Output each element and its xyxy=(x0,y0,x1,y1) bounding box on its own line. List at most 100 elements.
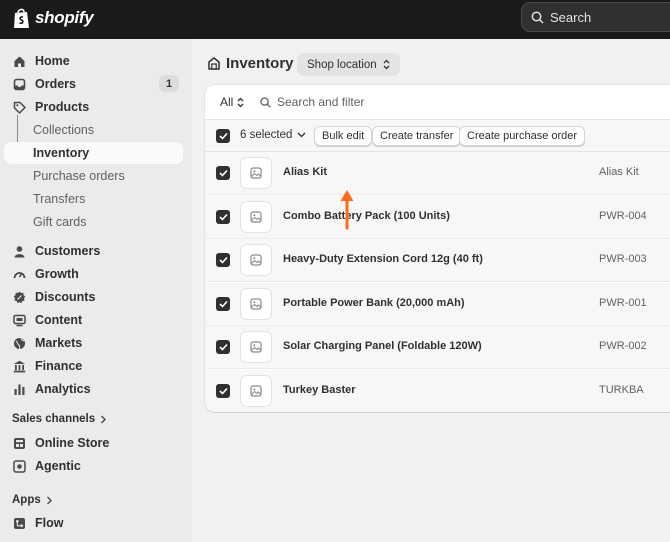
top-bar: shopify Search xyxy=(0,0,670,39)
tab-all[interactable]: All xyxy=(220,95,244,109)
sidebar-item-label: Products xyxy=(35,100,90,114)
product-thumbnail[interactable] xyxy=(240,287,272,320)
create-transfer-button[interactable]: Create transfer xyxy=(372,126,462,146)
sidebar-item-label: Content xyxy=(35,313,83,327)
search-placeholder: Search and filter xyxy=(277,95,365,109)
sidebar-item-label: Growth xyxy=(35,267,79,281)
home-icon xyxy=(12,54,26,68)
sidebar-item-online-store[interactable]: Online Store xyxy=(4,432,183,454)
global-search[interactable]: Search xyxy=(521,2,670,32)
sidebar-item-analytics[interactable]: Analytics xyxy=(4,378,183,400)
product-name[interactable]: Heavy-Duty Extension Cord 12g (40 ft) xyxy=(283,253,483,265)
checkmark-icon xyxy=(218,387,228,395)
content-icon xyxy=(12,313,26,327)
sidebar: Home Orders 1 Products Collections Inven… xyxy=(0,39,192,542)
table-row[interactable]: Heavy-Duty Extension Cord 12g (40 ft) PWR… xyxy=(205,239,670,282)
image-placeholder-icon xyxy=(250,254,262,266)
table-row[interactable]: Combo Battery Pack (100 Units) PWR-004 xyxy=(205,195,670,239)
sidebar-item-products[interactable]: Products xyxy=(4,96,183,118)
checkmark-icon xyxy=(218,213,228,221)
sidebar-subitem-collections[interactable]: Collections xyxy=(4,119,183,141)
create-purchase-order-button[interactable]: Create purchase order xyxy=(459,126,586,146)
product-sku: PWR-001 xyxy=(599,296,647,309)
selected-count-dropdown[interactable]: 6 selected xyxy=(240,129,306,141)
location-label: Shop location xyxy=(307,58,377,71)
sidebar-item-label: Orders xyxy=(35,77,76,91)
row-checkbox[interactable] xyxy=(216,383,230,398)
sidebar-item-discounts[interactable]: Discounts xyxy=(4,286,183,308)
shop-location-button[interactable]: Shop location xyxy=(297,53,400,76)
sidebar-subitem-transfers[interactable]: Transfers xyxy=(4,188,183,210)
sales-channels-heading[interactable]: Sales channels xyxy=(12,413,107,425)
sales-channels-label: Sales channels xyxy=(12,413,96,425)
bulk-edit-button[interactable]: Bulk edit xyxy=(314,126,373,146)
table-row[interactable]: Solar Charging Panel (Foldable 120W) PWR-… xyxy=(205,326,670,369)
table-row[interactable]: Turkey Baster TURKBA xyxy=(205,369,670,412)
select-all-checkbox[interactable] xyxy=(216,129,230,143)
product-name[interactable]: Turkey Baster xyxy=(283,384,356,396)
search-icon xyxy=(260,96,271,108)
product-sku: PWR-003 xyxy=(599,253,647,265)
image-placeholder-icon xyxy=(250,297,262,310)
product-name[interactable]: Alias Kit xyxy=(283,166,327,178)
row-checkbox[interactable] xyxy=(216,296,230,311)
gauge-icon xyxy=(12,267,26,281)
product-name[interactable]: Solar Charging Panel (Foldable 120W) xyxy=(283,340,482,352)
bulk-actions-bar: 6 selected Bulk edit Create transfer Cre… xyxy=(205,119,670,152)
table-row[interactable]: Alias Kit Alias Kit xyxy=(205,152,670,195)
sidebar-item-label: Discounts xyxy=(35,290,96,304)
sidebar-item-label: Home xyxy=(35,54,70,68)
globe-icon xyxy=(12,336,26,350)
product-thumbnail[interactable] xyxy=(240,331,272,363)
store-icon xyxy=(12,436,26,450)
sidebar-subitem-inventory[interactable]: Inventory xyxy=(4,142,183,164)
product-thumbnail[interactable] xyxy=(240,244,272,276)
flow-icon xyxy=(12,516,26,530)
sidebar-item-growth[interactable]: Growth xyxy=(4,263,183,285)
sidebar-item-label: Online Store xyxy=(35,436,110,450)
bar-chart-icon xyxy=(12,382,26,396)
chevron-right-icon xyxy=(101,415,107,423)
product-thumbnail[interactable] xyxy=(240,157,272,189)
tab-all-label: All xyxy=(220,95,234,109)
sidebar-item-content[interactable]: Content xyxy=(4,309,183,331)
product-thumbnail[interactable] xyxy=(240,200,272,233)
product-sku: PWR-002 xyxy=(599,340,647,352)
sidebar-item-agentic[interactable]: Agentic xyxy=(4,455,183,477)
search-label: Search xyxy=(550,9,592,25)
shopify-bag-icon xyxy=(14,8,29,28)
sidebar-item-finance[interactable]: Finance xyxy=(4,355,183,377)
sidebar-item-markets[interactable]: Markets xyxy=(4,332,183,354)
product-thumbnail[interactable] xyxy=(240,374,272,407)
row-checkbox[interactable] xyxy=(216,209,230,224)
sidebar-item-orders[interactable]: Orders 1 xyxy=(4,73,183,95)
checkmark-icon xyxy=(218,300,228,308)
sidebar-subitem-gift-cards[interactable]: Gift cards xyxy=(4,211,183,233)
row-checkbox[interactable] xyxy=(216,166,230,180)
apps-heading[interactable]: Apps xyxy=(12,494,53,506)
row-checkbox[interactable] xyxy=(216,340,230,354)
image-placeholder-icon xyxy=(250,210,262,223)
row-checkbox[interactable] xyxy=(216,253,230,267)
select-chevron-icon xyxy=(383,59,390,70)
sidebar-item-home[interactable]: Home xyxy=(4,50,183,72)
sidebar-item-customers[interactable]: Customers xyxy=(4,240,183,262)
orders-count-badge: 1 xyxy=(159,75,179,92)
product-name[interactable]: Portable Power Bank (20,000 mAh) xyxy=(283,297,465,309)
discount-icon xyxy=(12,290,26,304)
sidebar-subitem-purchase-orders[interactable]: Purchase orders xyxy=(4,165,183,187)
sidebar-item-label: Analytics xyxy=(35,382,91,396)
search-icon xyxy=(531,11,544,24)
product-name[interactable]: Combo Battery Pack (100 Units) xyxy=(283,210,450,222)
search-and-filter[interactable]: Search and filter xyxy=(260,95,364,109)
sidebar-item-flow[interactable]: Flow xyxy=(4,512,183,534)
product-sku: TURKBA xyxy=(599,383,644,396)
product-sku: PWR-004 xyxy=(599,209,647,222)
image-placeholder-icon xyxy=(250,384,262,397)
checkmark-icon xyxy=(218,256,228,264)
person-icon xyxy=(12,244,26,258)
shopify-logo[interactable]: shopify xyxy=(12,7,94,29)
table-row[interactable]: Portable Power Bank (20,000 mAh) PWR-001 xyxy=(205,282,670,326)
bank-icon xyxy=(12,359,26,373)
chevron-down-icon xyxy=(297,132,306,138)
